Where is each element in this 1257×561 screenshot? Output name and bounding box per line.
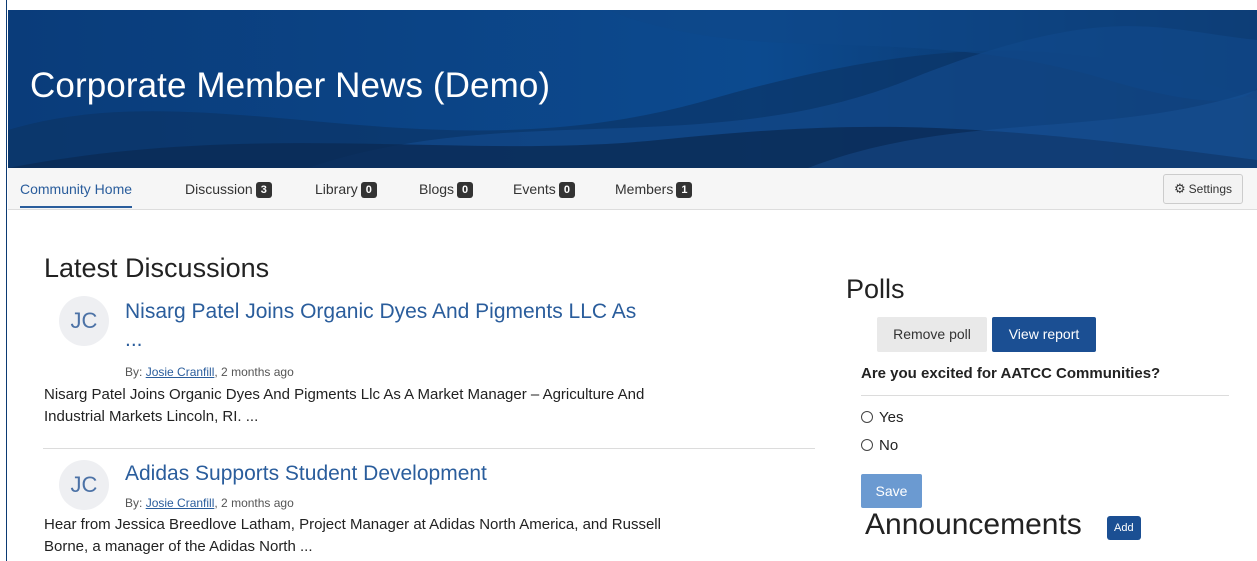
- nav-label: Members: [615, 181, 674, 197]
- nav-community-home[interactable]: Community Home: [20, 168, 133, 208]
- community-banner: Corporate Member News (Demo): [8, 10, 1257, 168]
- community-nav: Community Home Discussion 3 Library 0 Blog…: [8, 168, 1257, 210]
- post-divider: [43, 448, 815, 449]
- post-title-link[interactable]: Adidas Supports Student Development: [125, 460, 487, 488]
- excerpt-line: Industrial Markets Lincoln, RI. ...: [44, 408, 259, 425]
- gear-icon: ⚙: [1173, 181, 1186, 196]
- page: Corporate Member News (Demo) Community H…: [0, 0, 1257, 561]
- post-excerpt: Hear from Jessica Breedlove Latham, Proj…: [44, 514, 814, 558]
- by-label: By:: [125, 365, 143, 379]
- add-announcement-button[interactable]: Add: [1107, 516, 1141, 540]
- excerpt-line: Borne, a manager of the Adidas North ...: [44, 538, 313, 555]
- nav-library[interactable]: Library 0: [315, 168, 377, 210]
- post-time: , 2 months ago: [214, 496, 294, 510]
- count-badge: 3: [255, 182, 272, 198]
- excerpt-line: Nisarg Patel Joins Organic Dyes And Pigm…: [44, 386, 645, 403]
- nav-discussion[interactable]: Discussion 3: [185, 168, 272, 210]
- post-title-link[interactable]: Nisarg Patel Joins Organic Dyes And Pigm…: [125, 298, 636, 354]
- window-edge: [0, 0, 7, 561]
- poll-question: Are you excited for AATCC Communities?: [861, 365, 1161, 382]
- poll-divider: [861, 395, 1229, 396]
- post-title-line: Adidas Supports Student Development: [125, 462, 487, 485]
- post-title-line: ...: [125, 328, 143, 351]
- post-time: , 2 months ago: [214, 365, 294, 379]
- nav-events[interactable]: Events 0: [513, 168, 575, 210]
- settings-button[interactable]: ⚙ Settings: [1162, 174, 1243, 204]
- community-title: Corporate Member News (Demo): [30, 66, 551, 105]
- excerpt-line: Hear from Jessica Breedlove Latham, Proj…: [44, 516, 661, 533]
- remove-poll-button[interactable]: Remove poll: [877, 317, 987, 352]
- option-label: Yes: [879, 409, 904, 426]
- post-meta: By: Josie Cranfill, 2 months ago: [125, 496, 294, 510]
- count-badge: 0: [457, 182, 474, 198]
- announcements-heading: Announcements: [865, 508, 1082, 541]
- nav-blogs[interactable]: Blogs 0: [419, 168, 474, 210]
- save-button[interactable]: Save: [861, 474, 922, 508]
- radio-button[interactable]: [861, 439, 873, 451]
- post-title-line: Nisarg Patel Joins Organic Dyes And Pigm…: [125, 300, 637, 323]
- settings-label: Settings: [1188, 182, 1232, 196]
- nav-label: Community Home: [20, 181, 133, 197]
- post-excerpt: Nisarg Patel Joins Organic Dyes And Pigm…: [44, 384, 814, 428]
- by-label: By:: [125, 496, 143, 510]
- nav-label: Library: [315, 181, 358, 197]
- author-link[interactable]: Josie Cranfill: [146, 496, 215, 510]
- author-link[interactable]: Josie Cranfill: [146, 365, 215, 379]
- latest-discussions-heading: Latest Discussions: [44, 253, 270, 283]
- count-badge: 0: [360, 182, 377, 198]
- count-badge: 0: [558, 182, 575, 198]
- avatar[interactable]: JC: [59, 460, 109, 510]
- nav-label: Blogs: [419, 181, 455, 197]
- option-label: No: [879, 437, 899, 454]
- nav-label: Events: [513, 181, 556, 197]
- count-badge: 1: [676, 182, 693, 198]
- radio-button[interactable]: [861, 411, 873, 423]
- nav-members[interactable]: Members 1: [615, 168, 693, 210]
- post-meta: By: Josie Cranfill, 2 months ago: [125, 365, 294, 379]
- avatar[interactable]: JC: [59, 296, 109, 346]
- polls-heading: Polls: [846, 274, 905, 304]
- nav-label: Discussion: [185, 181, 253, 197]
- poll-option-no[interactable]: No: [861, 436, 898, 456]
- view-report-button[interactable]: View report: [992, 317, 1096, 352]
- poll-option-yes[interactable]: Yes: [861, 408, 903, 428]
